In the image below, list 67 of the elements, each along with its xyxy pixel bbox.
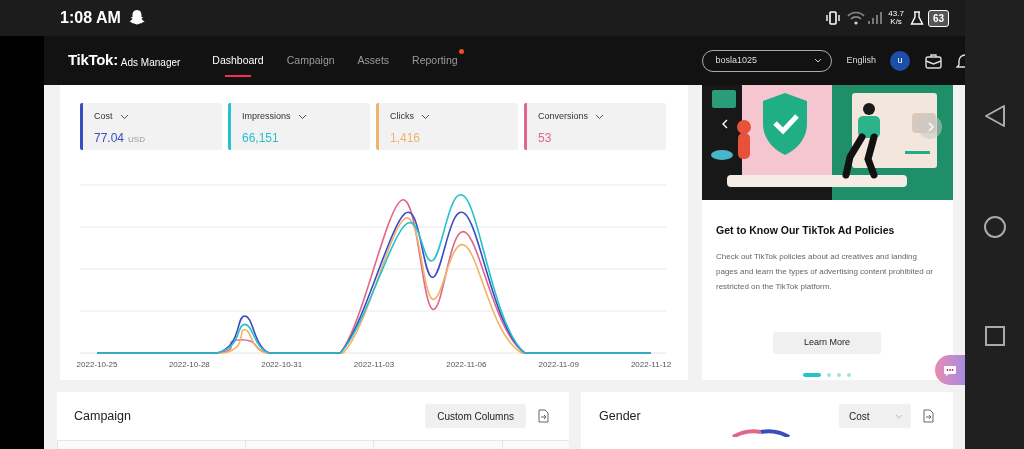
back-icon[interactable] — [983, 103, 1006, 128]
language-link[interactable]: English — [846, 53, 876, 68]
caret-icon — [895, 413, 903, 419]
battery-indicator: 63 — [927, 9, 949, 27]
carousel-dot[interactable] — [837, 372, 841, 377]
donut-chart — [731, 429, 791, 437]
metric-value: 77.04 — [94, 129, 125, 147]
speed-unit: K/s — [890, 18, 902, 26]
axis-label: 2022-11-12 — [630, 360, 672, 369]
metric-card[interactable]: Impressions 66,151 — [228, 103, 370, 150]
recents-icon[interactable] — [984, 325, 1005, 346]
metric-label: Clicks — [390, 110, 414, 123]
nav-tab[interactable]: Dashboard — [212, 46, 264, 75]
axis-label: 2022-11-06 — [446, 360, 487, 369]
metric-label: Cost — [94, 110, 113, 123]
wifi-icon — [847, 11, 866, 25]
product-name: Ads Manager — [120, 55, 181, 70]
metric-value: 1,416 — [390, 129, 421, 147]
chat-bubble-icon — [943, 364, 957, 376]
nav-tab[interactable]: Reporting — [412, 46, 458, 75]
metric-card[interactable]: Clicks 1,416 — [376, 103, 518, 150]
carousel-next-button[interactable] — [918, 115, 942, 139]
card-title: Gender — [599, 407, 642, 425]
avatar[interactable]: u — [890, 50, 910, 71]
nav-tab[interactable]: Assets — [357, 46, 390, 75]
ghost-icon — [128, 9, 145, 27]
carousel-dot[interactable] — [827, 372, 831, 377]
caret-icon — [814, 57, 823, 64]
metric-label: Conversions — [538, 110, 589, 123]
promo-description: Check out TikTok policies about ad creatives and landing pages and learn the types of advertising content prohibited or restricted on the TikTok platform. — [716, 250, 935, 293]
chevron-right-icon — [926, 122, 934, 132]
clock: 1:08 AM — [60, 8, 121, 28]
card-title: Campaign — [74, 407, 132, 425]
carousel-dot[interactable] — [847, 372, 851, 377]
signal-icon — [867, 11, 884, 25]
axis-label: 2022-10-25 — [76, 360, 118, 369]
metric-value: 66,151 — [242, 129, 279, 147]
metric-value: 53 — [538, 129, 552, 147]
axis-label: 2022-10-28 — [168, 360, 210, 369]
learn-more-button[interactable]: Learn More — [773, 331, 881, 354]
axis-label: 2022-10-31 — [261, 360, 303, 369]
promo-title: Get to Know Our TikTok Ad Policies — [716, 223, 896, 238]
custom-columns-button[interactable]: Custom Columns — [425, 404, 526, 428]
metric-unit: USD — [128, 133, 145, 146]
logo[interactable]: TikTok: — [68, 49, 118, 72]
metric-label: Impressions — [242, 110, 291, 123]
metric-card[interactable]: Cost 77.04 USD — [80, 103, 222, 150]
briefcase-icon[interactable] — [925, 52, 942, 69]
axis-label: 2022-11-03 — [353, 360, 395, 369]
speed-value: 43.7 — [888, 10, 904, 18]
home-icon[interactable] — [982, 214, 1007, 239]
caret-icon[interactable] — [595, 113, 605, 120]
nav-tab[interactable]: Campaign — [286, 46, 335, 75]
chat-button[interactable] — [935, 355, 965, 385]
caret-icon[interactable] — [297, 113, 307, 120]
flask-icon — [909, 10, 924, 26]
axis-label: 2022-11-09 — [538, 360, 579, 369]
metric-card[interactable]: Conversions 53 — [524, 103, 666, 150]
export-icon[interactable] — [923, 409, 934, 423]
chevron-left-icon — [722, 119, 729, 129]
caret-icon[interactable] — [119, 113, 129, 120]
export-icon[interactable] — [538, 409, 549, 423]
caret-icon[interactable] — [421, 113, 430, 120]
metric-select[interactable]: Cost — [839, 404, 911, 428]
vibrate-icon — [825, 10, 842, 26]
bell-icon[interactable] — [956, 52, 965, 69]
carousel-previous-button[interactable] — [722, 119, 729, 129]
